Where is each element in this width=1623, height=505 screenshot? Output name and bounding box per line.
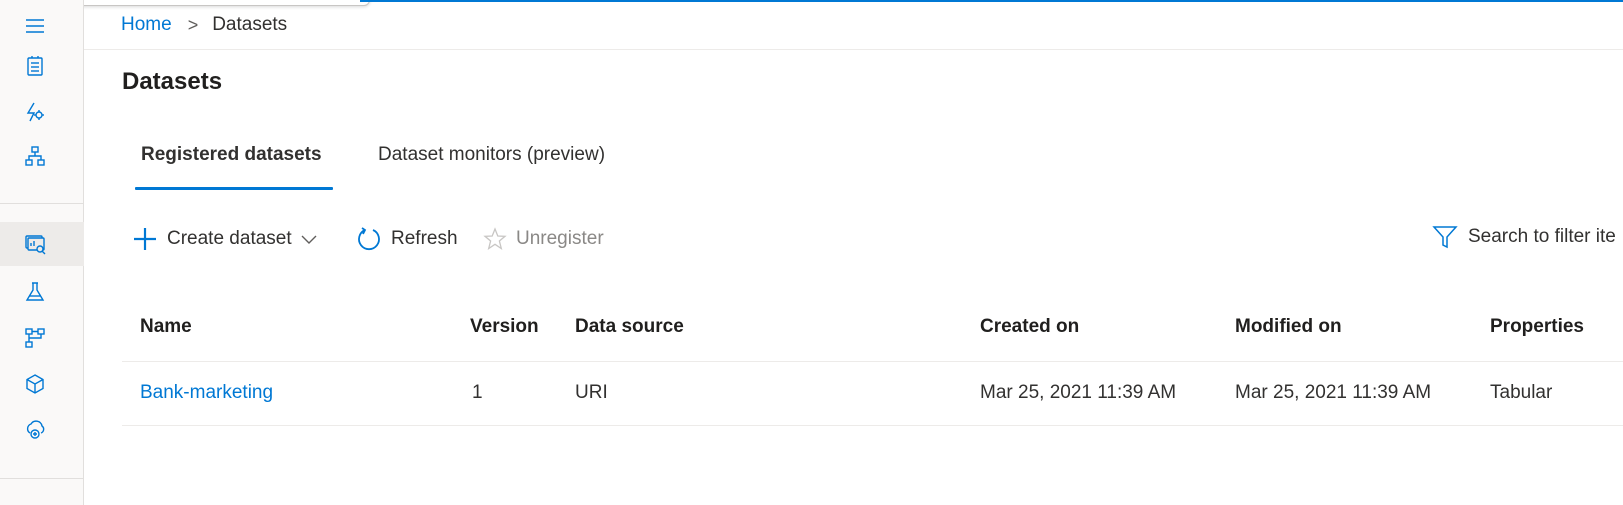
filter-placeholder: Search to filter ite [1468, 226, 1616, 247]
unregister-label: Unregister [516, 228, 604, 249]
column-header-version[interactable]: Version [470, 316, 539, 338]
table-header-divider [122, 361, 1623, 362]
hamburger-icon[interactable] [0, 4, 84, 48]
create-dataset-label: Create dataset [167, 228, 292, 249]
dataset-version: 1 [472, 382, 483, 403]
create-dataset-button[interactable]: Create dataset [132, 224, 327, 254]
breadcrumb-home-link[interactable]: Home [121, 14, 172, 36]
page-title: Datasets [122, 68, 223, 95]
dataset-created-on: Mar 25, 2021 11:39 AM [980, 382, 1177, 403]
column-header-modified-on[interactable]: Modified on [1235, 316, 1342, 338]
column-header-properties[interactable]: Properties [1490, 316, 1584, 338]
refresh-icon [358, 227, 380, 250]
models-icon[interactable] [0, 362, 84, 406]
experiments-icon[interactable] [0, 270, 84, 314]
dataset-modified-on: Mar 25, 2021 11:39 AM [1235, 382, 1432, 403]
breadcrumb: Home > Datasets [121, 14, 287, 36]
unregister-button[interactable]: Unregister [483, 224, 604, 254]
chevron-down-icon[interactable] [300, 233, 318, 245]
sidebar-divider-bottom [0, 478, 84, 479]
pipelines-icon[interactable] [0, 316, 84, 360]
datasets-icon[interactable] [0, 222, 84, 266]
table-row-divider [122, 425, 1623, 426]
column-header-name[interactable]: Name [140, 316, 192, 338]
star-icon [483, 227, 507, 250]
filter-icon [1432, 226, 1458, 249]
dataset-name-link[interactable]: Bank-marketing [140, 382, 273, 404]
sidebar-divider [0, 203, 84, 204]
left-nav [0, 0, 84, 505]
breadcrumb-current: Datasets [212, 14, 288, 35]
column-header-created-on[interactable]: Created on [980, 316, 1079, 338]
tab-registered-datasets[interactable]: Registered datasets [141, 144, 322, 166]
designer-icon[interactable] [0, 134, 84, 178]
endpoints-icon[interactable] [0, 408, 84, 452]
refresh-button[interactable]: Refresh [356, 224, 458, 254]
plus-icon [134, 228, 156, 250]
breadcrumb-separator: > [187, 14, 199, 35]
automl-icon[interactable] [0, 90, 84, 134]
top-accent-line [360, 0, 1623, 2]
column-header-data-source[interactable]: Data source [575, 316, 684, 338]
tab-dataset-monitors[interactable]: Dataset monitors (preview) [378, 144, 605, 166]
active-tab-indicator [135, 187, 333, 190]
refresh-label: Refresh [391, 228, 458, 249]
filter-search[interactable]: Search to filter ite [1432, 222, 1623, 252]
dataset-properties: Tabular [1490, 382, 1553, 403]
dataset-data-source: URI [575, 382, 608, 403]
header-divider [84, 49, 1623, 50]
notebook-icon[interactable] [0, 44, 84, 88]
